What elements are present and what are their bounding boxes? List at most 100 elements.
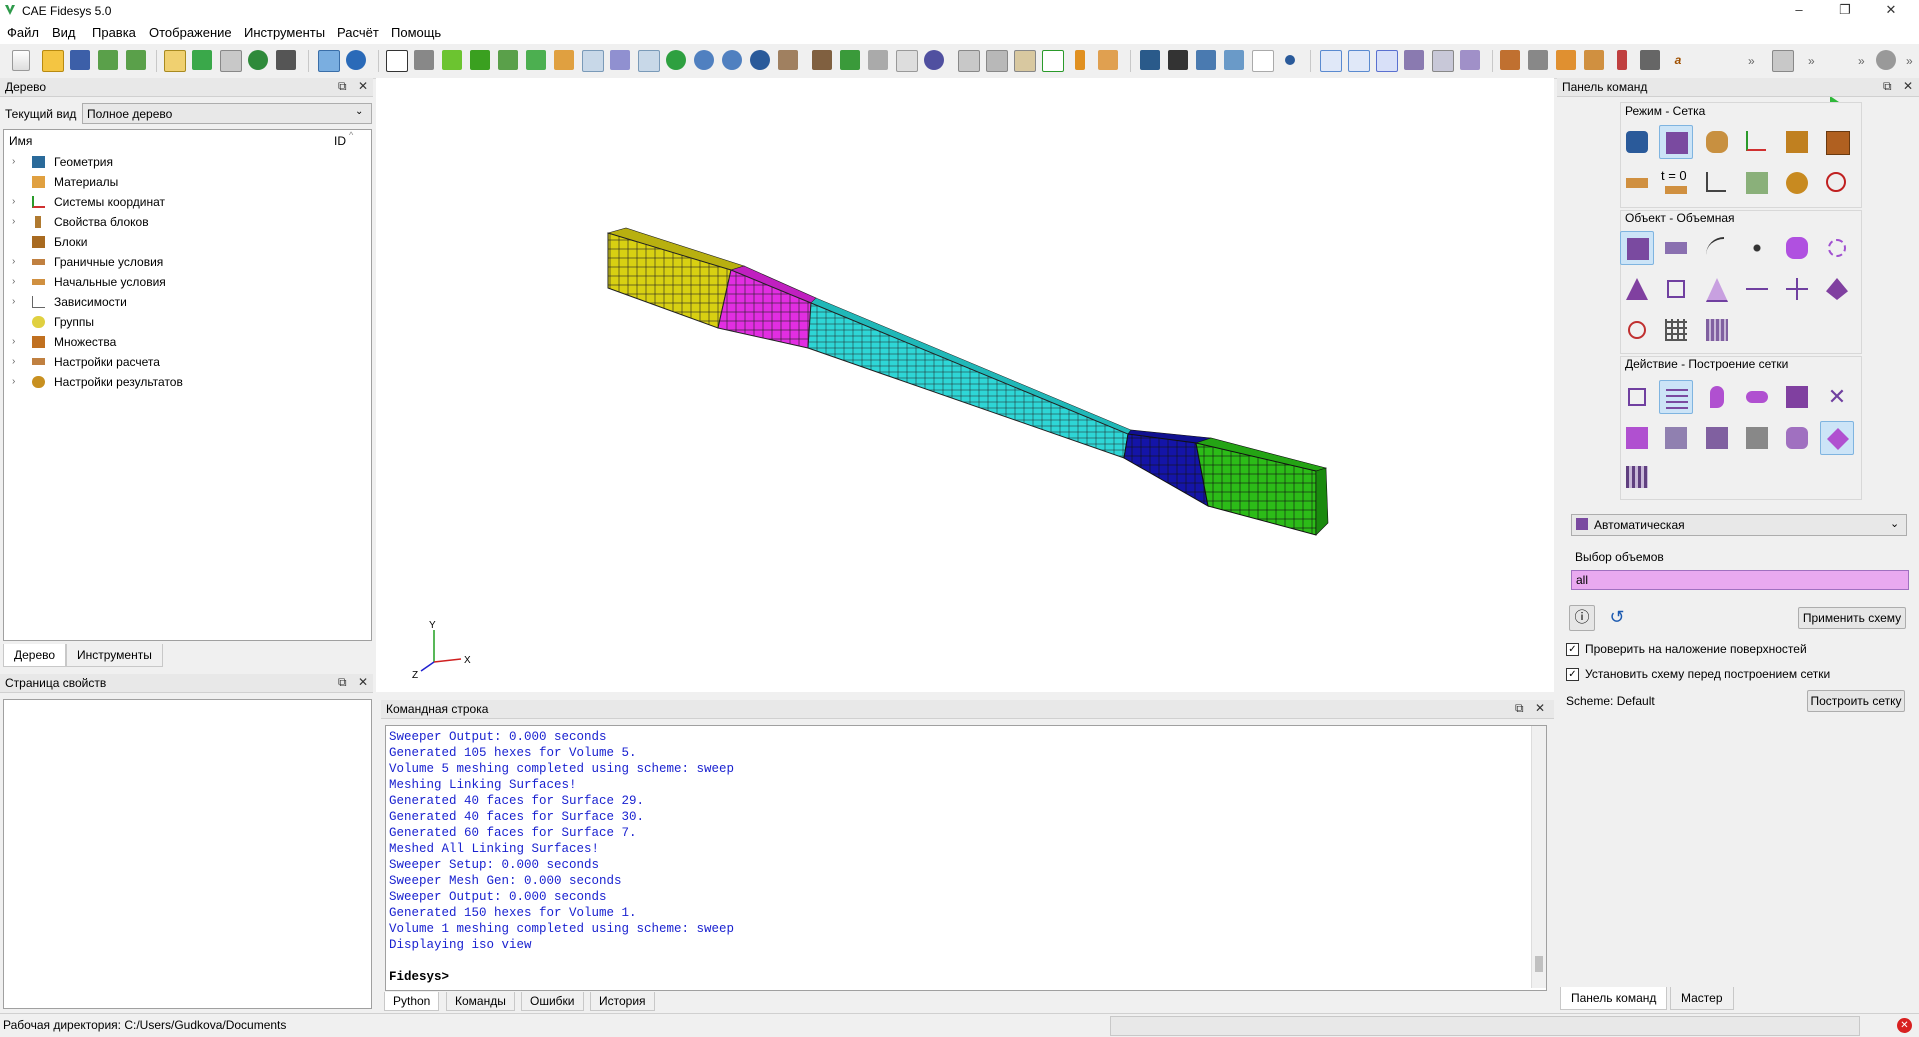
command-console[interactable]: Sweeper Output: 0.000 seconds Generated …: [385, 725, 1547, 991]
view-box-icon[interactable]: [778, 50, 798, 70]
menu-help[interactable]: Помощь: [391, 25, 441, 40]
undo-icon[interactable]: [346, 50, 366, 70]
mode-results-button[interactable]: [1780, 166, 1814, 200]
action-a-button[interactable]: [1620, 380, 1654, 414]
tab-tree[interactable]: Дерево: [3, 644, 67, 667]
action-shape-button[interactable]: [1820, 421, 1854, 455]
zoom-in-icon[interactable]: [694, 50, 714, 70]
save-as-icon[interactable]: [98, 50, 118, 70]
col-id-header[interactable]: ID: [334, 134, 346, 148]
mesh-model[interactable]: Y X Z: [376, 78, 1554, 692]
edge-icon[interactable]: [1348, 50, 1370, 72]
object-matrix-button[interactable]: [1700, 313, 1734, 347]
action-delete-button[interactable]: ✕: [1820, 380, 1854, 414]
menu-view[interactable]: Вид: [52, 25, 76, 40]
layout-icon[interactable]: [638, 50, 660, 72]
action-size-button[interactable]: [1659, 421, 1693, 455]
layout-switch-icon[interactable]: [1772, 50, 1794, 72]
view-cross-icon[interactable]: [986, 50, 1008, 72]
apply-scheme-button[interactable]: Применить схему: [1798, 607, 1906, 629]
select-icon[interactable]: [318, 50, 340, 72]
thermometer-icon[interactable]: [1617, 50, 1627, 70]
zoom-out-icon[interactable]: [722, 50, 742, 70]
action-clean-button[interactable]: [1740, 421, 1774, 455]
hex-icon[interactable]: [1404, 50, 1424, 70]
close-window-button[interactable]: ✕: [1868, 0, 1914, 22]
tab-python[interactable]: Python: [384, 992, 440, 1011]
menu-tools[interactable]: Инструменты: [244, 25, 325, 40]
action-smooth-button[interactable]: [1740, 380, 1774, 414]
view-gray-icon[interactable]: [868, 50, 888, 70]
action-mesh-button[interactable]: [1659, 380, 1693, 414]
curve-icon[interactable]: [1252, 50, 1274, 72]
tab-commands[interactable]: Команды: [446, 992, 515, 1011]
action-refine-button[interactable]: [1620, 421, 1654, 455]
tab-command-panel[interactable]: Панель команд: [1560, 987, 1668, 1010]
tool-c-icon[interactable]: [1196, 50, 1216, 70]
mode-initial-button[interactable]: t = 0: [1659, 166, 1693, 200]
view-front-icon[interactable]: [812, 50, 832, 70]
console-scrollbar[interactable]: [1531, 726, 1546, 988]
expand-arrow-icon[interactable]: ›: [12, 193, 15, 211]
scrollbar-thumb[interactable]: [1535, 956, 1543, 972]
error-indicator-icon[interactable]: ✕: [1897, 1018, 1912, 1033]
minimize-button[interactable]: –: [1776, 0, 1822, 22]
toolbar-overflow-icon[interactable]: »: [1748, 54, 1755, 68]
expand-arrow-icon[interactable]: ›: [12, 253, 15, 271]
export-icon[interactable]: [126, 50, 146, 70]
tab-errors[interactable]: Ошибки: [521, 992, 584, 1011]
orange-shapes-icon[interactable]: [554, 50, 574, 70]
object-tet-button[interactable]: [1620, 272, 1654, 306]
script-icon[interactable]: [164, 50, 186, 72]
float-panel-icon[interactable]: ⧉: [338, 675, 347, 690]
green-box-icon[interactable]: [442, 50, 462, 70]
object-edge-button[interactable]: [1740, 272, 1774, 306]
action-quality-button[interactable]: [1700, 421, 1734, 455]
new-file-icon[interactable]: [12, 50, 30, 71]
green-shapes-icon[interactable]: [498, 50, 518, 70]
view-green-icon[interactable]: [840, 50, 860, 70]
open-folder-icon[interactable]: [42, 50, 64, 72]
id-icon[interactable]: [220, 50, 242, 72]
run-tool-icon[interactable]: [1640, 50, 1660, 70]
mode-mesh-button[interactable]: [1659, 125, 1693, 159]
object-node-button[interactable]: [1780, 272, 1814, 306]
wireframe-box-icon[interactable]: [386, 50, 408, 72]
close-panel-icon[interactable]: ✕: [1903, 79, 1913, 93]
mesh-grid-icon[interactable]: [1432, 50, 1454, 72]
menu-calculation[interactable]: Расчёт: [337, 25, 379, 40]
record-icon[interactable]: [248, 50, 268, 70]
mode-table-button[interactable]: [1740, 166, 1774, 200]
green-solid-icon[interactable]: [470, 50, 490, 70]
tool-b-icon[interactable]: [1168, 50, 1188, 70]
object-curve-button[interactable]: [1700, 231, 1734, 265]
tool-d-icon[interactable]: [1224, 50, 1244, 70]
mode-coords-button[interactable]: [1740, 125, 1774, 159]
tab-tools[interactable]: Инструменты: [66, 644, 163, 667]
expand-arrow-icon[interactable]: ›: [12, 293, 15, 311]
volume-select-input[interactable]: [1571, 570, 1909, 590]
mode-graph-button[interactable]: [1700, 166, 1734, 200]
ibeam-icon[interactable]: [1075, 50, 1085, 70]
restore-button[interactable]: ❐: [1822, 0, 1868, 22]
toolbar-overflow-4-icon[interactable]: »: [1906, 54, 1913, 68]
object-misc-button[interactable]: [1820, 231, 1854, 265]
grid-icon[interactable]: [582, 50, 604, 72]
expand-arrow-icon[interactable]: ›: [12, 273, 15, 291]
reset-icon[interactable]: ↺: [1605, 605, 1629, 629]
point-icon[interactable]: [1285, 55, 1295, 65]
mode-inspect-button[interactable]: [1820, 166, 1854, 200]
tools-icon[interactable]: [276, 50, 296, 70]
mode-blocks-button[interactable]: [1780, 125, 1814, 159]
node-icon[interactable]: [1320, 50, 1342, 72]
view-iso-icon[interactable]: [896, 50, 918, 72]
view-section-icon[interactable]: [958, 50, 980, 72]
pressure-icon[interactable]: [1584, 50, 1604, 70]
object-normal-button[interactable]: [1820, 272, 1854, 306]
settings-gear-icon[interactable]: [1876, 50, 1896, 70]
col-name-header[interactable]: Имя: [9, 134, 32, 148]
view-sphere-icon[interactable]: [924, 50, 944, 70]
text-tool-icon[interactable]: a: [1668, 50, 1688, 70]
tab-master[interactable]: Мастер: [1670, 987, 1734, 1010]
view-plane-icon[interactable]: [1014, 50, 1036, 72]
